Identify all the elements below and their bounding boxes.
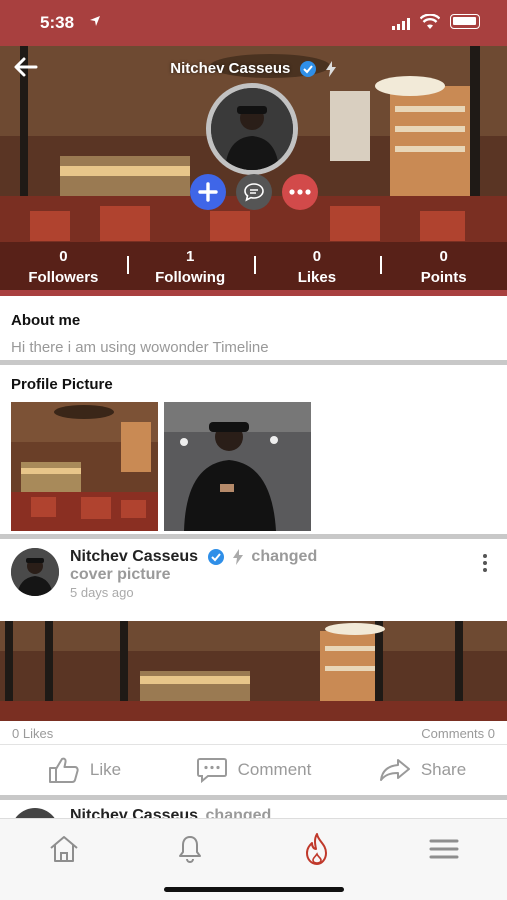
battery-icon: [450, 14, 480, 29]
profile-cover: Nitchev Casseus 0 Followers 1 Following …: [0, 46, 507, 296]
section-divider: [0, 360, 507, 365]
profile-picture-thumb[interactable]: [164, 402, 311, 531]
post-author-avatar[interactable]: [11, 548, 59, 596]
chat-bubble-icon: [244, 183, 264, 202]
stat-value: 0: [59, 248, 68, 265]
post-menu-icon[interactable]: [483, 554, 489, 575]
post-divider: [0, 744, 507, 745]
profile-picture-thumb[interactable]: [11, 402, 158, 531]
post-comments-count[interactable]: Comments 0: [421, 726, 495, 741]
verified-badge-icon: [299, 61, 316, 78]
flame-icon: [306, 833, 327, 865]
wifi-icon: [420, 14, 440, 29]
menu-icon: [429, 839, 459, 859]
ellipsis-icon: [289, 189, 311, 195]
home-icon: [50, 836, 78, 862]
timeline-post: Nitchev Casseus changed cover picture 5 …: [0, 540, 507, 795]
location-arrow-icon: [90, 16, 100, 26]
comment-button[interactable]: Comment: [169, 750, 338, 790]
post-header: Nitchev Casseus changed: [70, 548, 317, 566]
like-label: Like: [89, 760, 122, 779]
share-label: Share: [420, 760, 467, 779]
post-action-word: changed: [251, 548, 318, 566]
stat-label: Followers: [28, 269, 99, 286]
comment-icon: [196, 758, 227, 783]
stat-points[interactable]: 0 Points: [380, 242, 507, 290]
stat-value: 0: [439, 248, 448, 265]
post-action-bar: Like Comment Share: [0, 750, 507, 790]
section-divider: [0, 795, 507, 800]
verified-badge-icon: [207, 549, 224, 565]
stat-label: Points: [420, 269, 467, 286]
post-timestamp: 5 days ago: [70, 585, 134, 600]
tab-menu[interactable]: [424, 829, 464, 869]
post-author-name[interactable]: Nitchev Casseus: [70, 548, 198, 565]
profile-avatar[interactable]: [206, 83, 298, 175]
status-time: 5:38: [40, 13, 75, 32]
bottom-tab-bar: [0, 818, 507, 900]
next-post-preview: Nitchev Casseus changed: [0, 801, 507, 819]
signal-icon: [392, 18, 410, 30]
message-button[interactable]: [236, 174, 272, 210]
post-image[interactable]: [0, 621, 507, 721]
profile-name-header: Nitchev Casseus: [0, 60, 507, 78]
status-bar: 5:38: [0, 0, 507, 46]
profile-picture-section: Profile Picture: [0, 366, 507, 534]
like-button[interactable]: Like: [0, 750, 169, 790]
profile-stats: 0 Followers 1 Following 0 Likes 0 Points: [0, 242, 507, 290]
stat-label: Following: [155, 269, 226, 286]
thumbs-up-icon: [48, 757, 79, 783]
add-friend-button[interactable]: [190, 174, 226, 210]
post-likes-count[interactable]: 0 Likes: [12, 726, 53, 741]
profile-picture-title: Profile Picture: [11, 376, 113, 393]
stat-value: 0: [312, 248, 322, 265]
profile-actions: [190, 174, 318, 210]
stat-label: Likes: [297, 269, 337, 286]
tab-home[interactable]: [44, 829, 84, 869]
about-title: About me: [11, 312, 81, 329]
about-text: Hi there i am using wowonder Timeline: [11, 339, 269, 356]
post-action-detail: cover picture: [70, 566, 171, 583]
tab-trending[interactable]: [297, 829, 337, 869]
stat-value: 1: [185, 248, 195, 265]
pro-bolt-icon: [325, 61, 336, 78]
comment-label: Comment: [237, 760, 312, 779]
home-indicator: [164, 887, 344, 892]
section-divider: [0, 534, 507, 539]
share-arrow-icon: [379, 759, 410, 781]
share-button[interactable]: Share: [338, 750, 507, 790]
stat-followers[interactable]: 0 Followers: [0, 242, 127, 290]
more-options-button[interactable]: [282, 174, 318, 210]
profile-name: Nitchev Casseus: [170, 60, 291, 77]
bell-icon: [179, 836, 201, 864]
about-section: About me Hi there i am using wowonder Ti…: [0, 296, 507, 360]
stat-following[interactable]: 1 Following: [126, 242, 254, 290]
stat-likes[interactable]: 0 Likes: [253, 242, 381, 290]
plus-icon: [198, 182, 218, 202]
tab-notifications[interactable]: [170, 829, 210, 869]
pro-bolt-icon: [232, 549, 243, 565]
